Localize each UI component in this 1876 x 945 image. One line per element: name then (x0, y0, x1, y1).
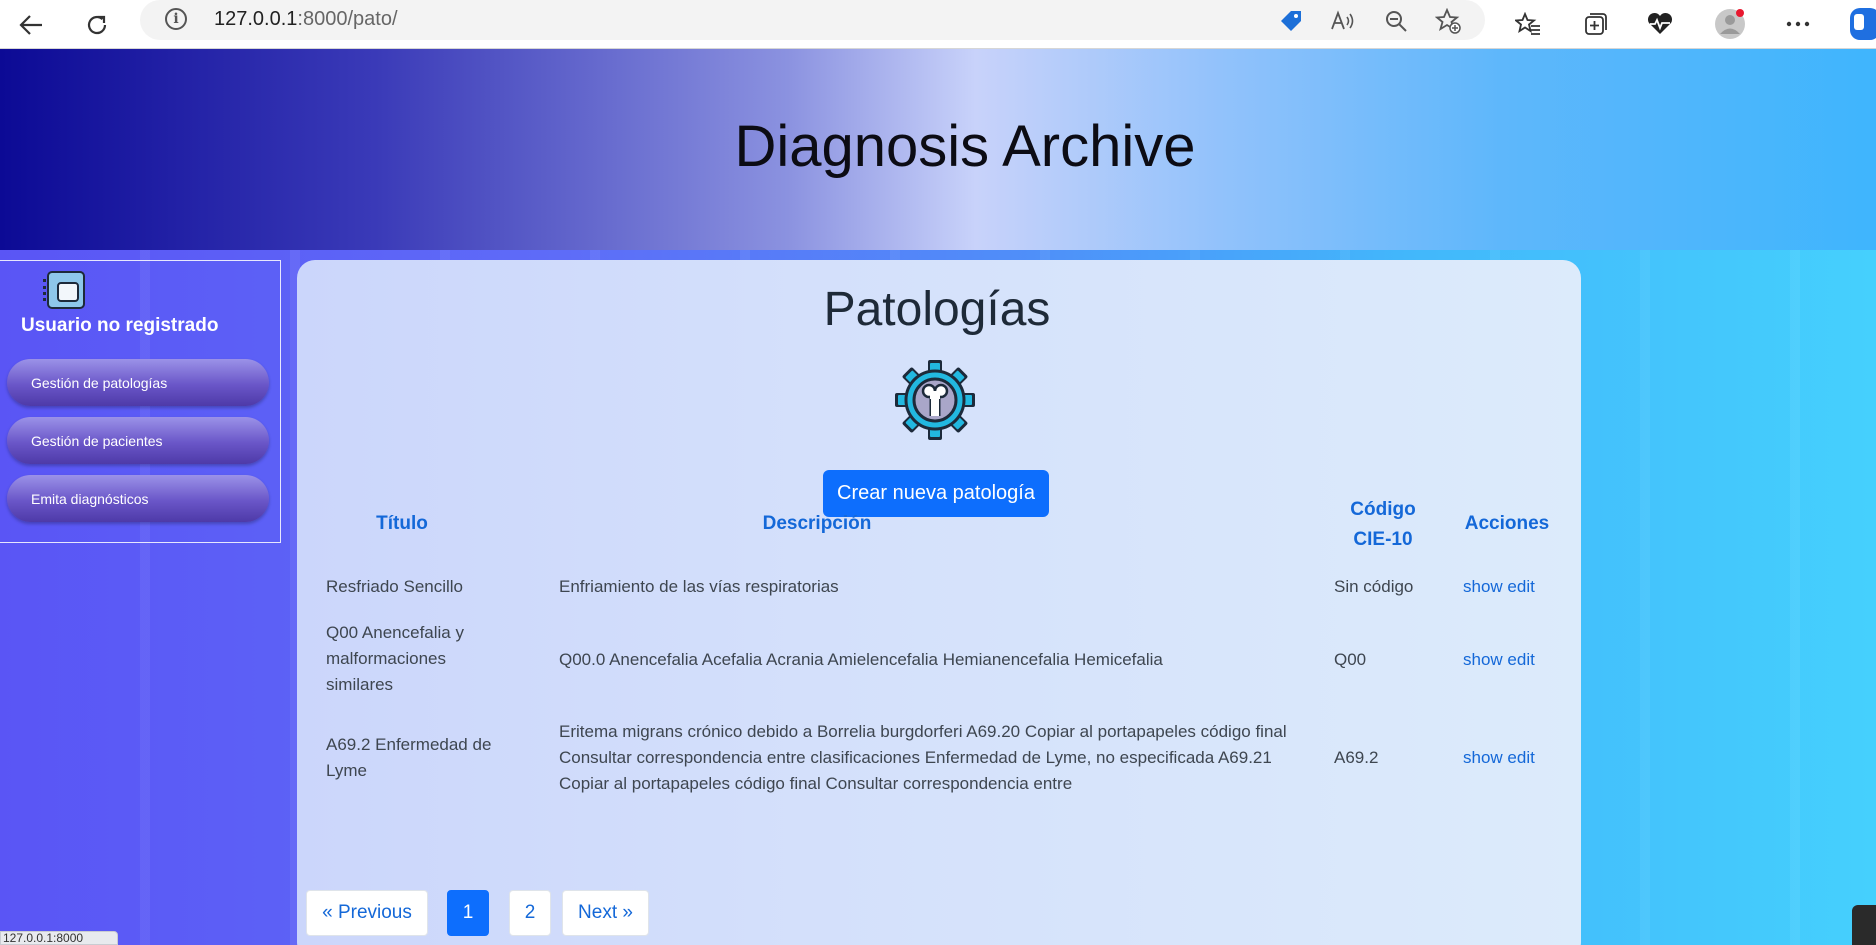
health-heart-icon[interactable] (1640, 4, 1680, 44)
show-link[interactable]: show (1463, 650, 1503, 669)
pagination-page-2[interactable]: 2 (509, 890, 551, 936)
cell-acciones: show edit (1463, 647, 1573, 673)
notebook-avatar-icon (43, 271, 85, 309)
favorites-icon[interactable] (1508, 4, 1548, 44)
column-header-titulo: Título (376, 513, 428, 534)
cell-titulo: A69.2 Enfermedad de Lyme (326, 735, 492, 780)
pagination-next[interactable]: Next » (562, 890, 649, 936)
sidebar: Usuario no registrado Gestión de patolog… (0, 260, 281, 543)
bone-gear-icon (895, 360, 975, 440)
cell-codigo: Q00 (1334, 650, 1367, 669)
user-status: Usuario no registrado (21, 315, 219, 336)
more-menu-icon[interactable] (1778, 4, 1818, 44)
site-title: Diagnosis Archive (734, 114, 1196, 179)
back-icon[interactable] (12, 6, 50, 44)
site-header: Diagnosis Archive (0, 49, 1876, 250)
column-header-descripcion: Descripción (762, 513, 872, 534)
collections-icon[interactable] (1576, 4, 1616, 44)
cell-codigo: Sin código (1334, 577, 1414, 596)
cell-descripcion: Q00.0 Anencefalia Acefalia Acrania Amiel… (559, 650, 1163, 669)
cell-titulo: Q00 Anencefalia y malformaciones similar… (326, 623, 464, 694)
cell-acciones: show edit (1463, 745, 1573, 771)
show-link[interactable]: show (1463, 748, 1503, 767)
url-text[interactable]: 127.0.0.1:8000/pato/ (214, 8, 398, 31)
cell-titulo: Resfriado Sencillo (326, 577, 464, 596)
cell-descripcion: Eritema migrans crónico debido a Borreli… (559, 722, 1287, 793)
coupon-tag-icon[interactable] (1275, 5, 1307, 37)
debug-toolbar-badge[interactable] (1852, 905, 1876, 945)
pagination-page-1[interactable]: 1 (447, 890, 489, 936)
reload-icon[interactable] (78, 6, 116, 44)
page-background: Diagnosis Archive Usuario no registrado … (0, 49, 1876, 945)
page-title: Patologías (823, 283, 1051, 336)
edit-link[interactable]: edit (1507, 748, 1534, 767)
cell-acciones: show edit (1463, 574, 1573, 600)
column-header-acciones: Acciones (1464, 513, 1550, 534)
add-favorite-icon[interactable] (1432, 5, 1464, 37)
edit-link[interactable]: edit (1507, 577, 1534, 596)
status-bar-url: 127.0.0.1:8000 (0, 931, 118, 945)
read-aloud-icon[interactable] (1326, 5, 1358, 37)
cell-codigo: A69.2 (1334, 748, 1379, 767)
zoom-out-icon[interactable] (1380, 5, 1412, 37)
cell-descripcion: Enfriamiento de las vías respiratorias (559, 577, 839, 596)
bing-copilot-icon[interactable] (1836, 4, 1876, 44)
profile-avatar-icon[interactable] (1710, 4, 1750, 44)
column-header-codigo: Código CIE-10 (1350, 499, 1416, 550)
browser-toolbar: i 127.0.0.1:8000/pato/ (0, 0, 1876, 49)
address-bar[interactable]: i 127.0.0.1:8000/pato/ (140, 0, 1485, 40)
edit-link[interactable]: edit (1507, 650, 1534, 669)
show-link[interactable]: show (1463, 577, 1503, 596)
pagination-previous[interactable]: « Previous (306, 890, 428, 936)
sidebar-item-pacientes[interactable]: Gestión de pacientes (7, 417, 269, 464)
site-info-icon[interactable]: i (165, 8, 187, 30)
sidebar-item-patologias[interactable]: Gestión de patologías (7, 359, 269, 406)
sidebar-item-diagnosticos[interactable]: Emita diagnósticos (7, 475, 269, 522)
main-card: Patologías Crear nueva patología Título … (297, 260, 1581, 945)
